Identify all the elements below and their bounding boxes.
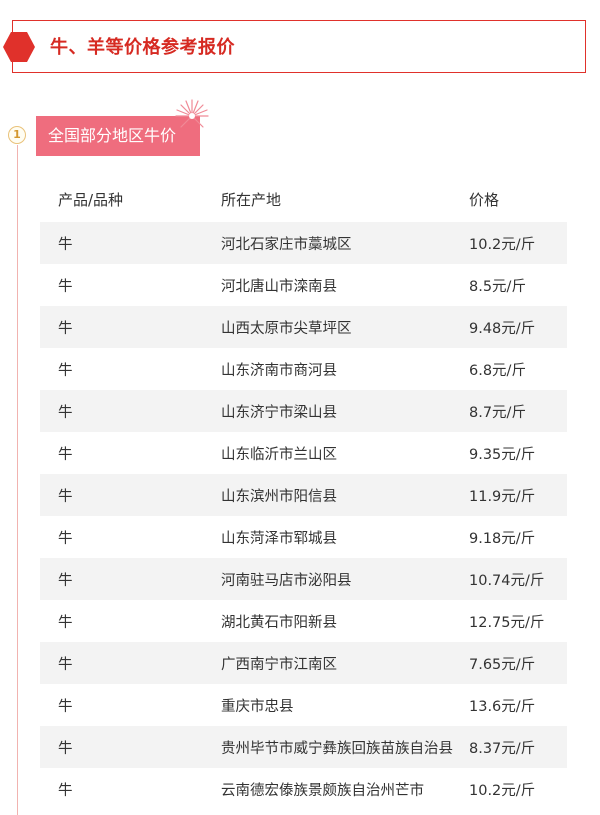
- cell-product: 牛: [58, 320, 73, 337]
- cell-product: 牛: [58, 740, 73, 757]
- table-row: 牛 山东滨州市阳信县 11.9元/斤: [40, 474, 567, 516]
- cell-origin: 山东临沂市兰山区: [221, 446, 337, 463]
- table-row: 牛 河南驻马店市泌阳县 10.74元/斤: [40, 558, 567, 600]
- cell-origin: 山东济南市商河县: [221, 362, 337, 379]
- cell-price: 10.2元/斤: [469, 236, 536, 253]
- cell-price: 13.6元/斤: [469, 698, 536, 715]
- cell-product: 牛: [58, 236, 73, 253]
- cell-origin: 河北唐山市滦南县: [221, 278, 337, 295]
- cell-origin: 云南德宏傣族景颇族自治州芒市: [221, 782, 424, 799]
- table-row: 牛 河北唐山市滦南县 8.5元/斤: [40, 264, 567, 306]
- column-header-origin: 所在产地: [221, 190, 282, 209]
- price-table: 产品/品种 所在产地 价格 牛河北石家庄市藁城区 10.2元/斤牛河北唐山市滦南县…: [40, 176, 567, 810]
- cell-price: 7.65元/斤: [469, 656, 536, 673]
- cell-product: 牛: [58, 362, 73, 379]
- cell-origin: 贵州毕节市威宁彝族回族苗族自治县: [221, 740, 453, 757]
- cell-price: 12.75元/斤: [469, 614, 545, 631]
- cell-product: 牛: [58, 572, 73, 589]
- table-row: 牛 山西太原市尖草坪区 9.48元/斤: [40, 306, 567, 348]
- table-row: 牛 广西南宁市江南区 7.65元/斤: [40, 642, 567, 684]
- column-header-price: 价格: [469, 190, 500, 209]
- cell-price: 10.74元/斤: [469, 572, 545, 589]
- cell-price: 8.37元/斤: [469, 740, 536, 757]
- table-row: 牛 贵州毕节市威宁彝族回族苗族自治县 8.37元/斤: [40, 726, 567, 768]
- cell-origin: 山东济宁市梁山县: [221, 404, 337, 421]
- cell-origin: 广西南宁市江南区: [221, 656, 337, 673]
- table-row: 牛 山东菏泽市郓城县 9.18元/斤: [40, 516, 567, 558]
- section-number-badge: 1: [8, 126, 26, 144]
- firework-icon: [175, 99, 209, 128]
- cell-price: 6.8元/斤: [469, 362, 526, 379]
- page-title: 牛、羊等价格参考报价: [50, 37, 235, 58]
- table-row: 牛 云南德宏傣族景颇族自治州芒市 10.2元/斤: [40, 768, 567, 810]
- cell-price: 9.35元/斤: [469, 446, 536, 463]
- cell-product: 牛: [58, 446, 73, 463]
- table-row: 牛 湖北黄石市阳新县 12.75元/斤: [40, 600, 567, 642]
- cell-price: 10.2元/斤: [469, 782, 536, 799]
- cell-product: 牛: [58, 530, 73, 547]
- cell-origin: 山东滨州市阳信县: [221, 488, 337, 505]
- cell-product: 牛: [58, 488, 73, 505]
- table-row: 牛 山东临沂市兰山区 9.35元/斤: [40, 432, 567, 474]
- table-row: 牛 重庆市忠县 13.6元/斤: [40, 684, 567, 726]
- cell-price: 8.7元/斤: [469, 404, 526, 421]
- cell-product: 牛: [58, 656, 73, 673]
- table-row: 牛 河北石家庄市藁城区 10.2元/斤: [40, 222, 567, 264]
- cell-product: 牛: [58, 278, 73, 295]
- column-header-product: 产品/品种: [58, 190, 124, 209]
- table-row: 牛 山东济南市商河县 6.8元/斤: [40, 348, 567, 390]
- table-row: 牛 山东济宁市梁山县 8.7元/斤: [40, 390, 567, 432]
- cell-origin: 河南驻马店市泌阳县: [221, 572, 352, 589]
- cell-origin: 河北石家庄市藁城区: [221, 236, 352, 253]
- cell-price: 9.18元/斤: [469, 530, 536, 547]
- hexagon-icon: [3, 32, 35, 62]
- cell-product: 牛: [58, 404, 73, 421]
- cell-price: 11.9元/斤: [469, 488, 536, 505]
- cell-origin: 山东菏泽市郓城县: [221, 530, 337, 547]
- table-header-row: 产品/品种 所在产地 价格: [40, 176, 567, 222]
- cell-product: 牛: [58, 614, 73, 631]
- cell-product: 牛: [58, 698, 73, 715]
- timeline-line: [17, 145, 18, 815]
- cell-price: 9.48元/斤: [469, 320, 536, 337]
- cell-product: 牛: [58, 782, 73, 799]
- cell-price: 8.5元/斤: [469, 278, 526, 295]
- cell-origin: 湖北黄石市阳新县: [221, 614, 337, 631]
- cell-origin: 重庆市忠县: [221, 698, 294, 715]
- cell-origin: 山西太原市尖草坪区: [221, 320, 352, 337]
